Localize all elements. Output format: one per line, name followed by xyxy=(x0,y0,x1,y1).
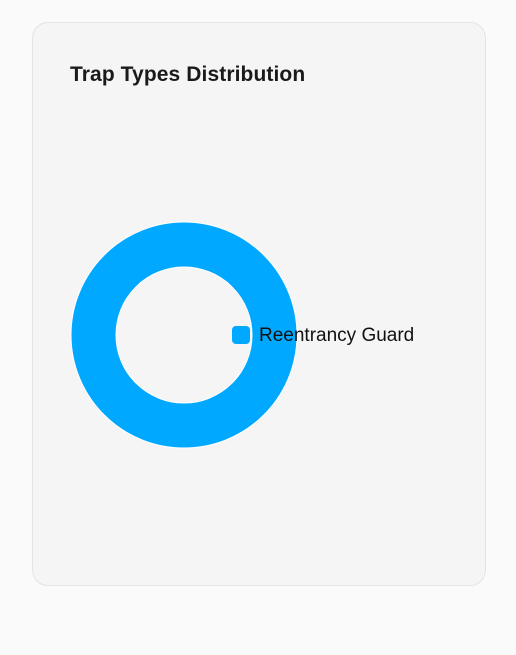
legend-swatch-0[interactable] xyxy=(232,326,250,344)
chart-legend: Reentrancy Guard xyxy=(232,325,414,346)
donut-chart: Reentrancy Guard xyxy=(70,221,414,449)
chart-card: Trap Types Distribution Reentrancy Guard xyxy=(32,22,486,586)
legend-label-0[interactable]: Reentrancy Guard xyxy=(259,325,414,346)
